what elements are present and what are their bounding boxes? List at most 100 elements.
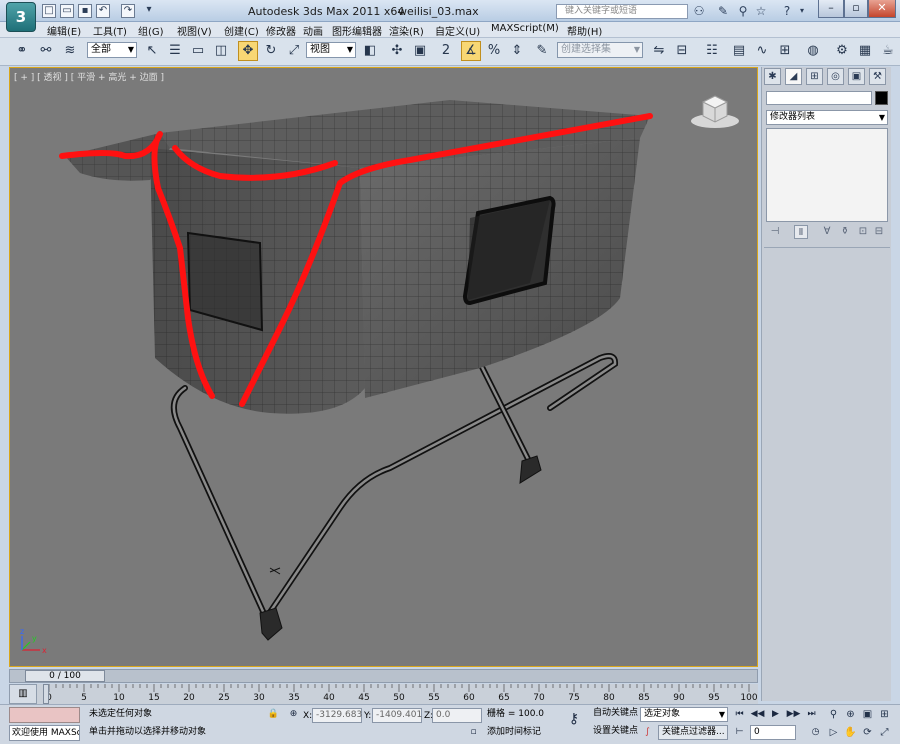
- add-time-tag[interactable]: 添加时间标记: [484, 725, 560, 740]
- time-slider-thumb[interactable]: 0 / 100: [25, 670, 105, 682]
- play-icon[interactable]: ▶: [768, 707, 783, 722]
- rendered-frame-window-icon[interactable]: ▦: [855, 41, 875, 61]
- menu-edit[interactable]: 编辑(E): [47, 23, 81, 38]
- align-icon[interactable]: ⊟: [672, 41, 692, 61]
- time-slider[interactable]: 0 / 100: [9, 669, 758, 683]
- app-menu-button[interactable]: 3: [6, 2, 36, 32]
- select-and-manipulate-icon[interactable]: ✣: [387, 41, 407, 61]
- communication-icon[interactable]: ⚲: [736, 4, 750, 18]
- key-filters-button[interactable]: 关键点过滤器...: [658, 725, 728, 740]
- menu-help[interactable]: 帮助(H): [567, 23, 602, 38]
- help-dropdown-icon[interactable]: ▾: [795, 4, 809, 18]
- window-crossing-icon[interactable]: ◫: [211, 41, 231, 61]
- material-editor-icon[interactable]: ◍: [803, 41, 823, 61]
- selection-filter-dropdown[interactable]: 全部 ▼: [87, 42, 137, 58]
- menu-tools[interactable]: 工具(T): [93, 23, 127, 38]
- display-tab-icon[interactable]: ▣: [848, 68, 865, 85]
- maximize-viewport-icon[interactable]: ⤢: [877, 725, 892, 740]
- select-and-rotate-icon[interactable]: ↻: [261, 41, 281, 61]
- render-setup-icon[interactable]: ⚙: [832, 41, 852, 61]
- field-of-view-icon[interactable]: ▷: [826, 725, 841, 740]
- hierarchy-tab-icon[interactable]: ⊞: [806, 68, 823, 85]
- help-icon[interactable]: ?: [780, 4, 794, 18]
- maxscript-listener-pink[interactable]: [9, 707, 80, 723]
- make-unique-icon[interactable]: ∀: [820, 225, 834, 239]
- graphite-toolbar-icon[interactable]: ▤: [729, 41, 749, 61]
- menu-graph-editors[interactable]: 图形编辑器: [332, 23, 382, 38]
- zoom-extents-all-icon[interactable]: ⊞: [877, 707, 892, 722]
- select-object-icon[interactable]: ↖: [142, 41, 162, 61]
- subscription-icon[interactable]: ✎: [716, 4, 730, 18]
- orbit-icon[interactable]: ⟳: [860, 725, 875, 740]
- time-tag-icon[interactable]: ▫: [466, 725, 481, 740]
- remove-modifier-icon[interactable]: ⚱: [838, 225, 852, 239]
- menu-customize[interactable]: 自定义(U): [435, 23, 480, 38]
- rectangular-selection-icon[interactable]: ▭: [188, 41, 208, 61]
- mirror-icon[interactable]: ⇋: [649, 41, 669, 61]
- open-mini-curve-editor-button[interactable]: ▥: [9, 684, 37, 704]
- select-by-name-icon[interactable]: ☰: [165, 41, 185, 61]
- configure-icon[interactable]: ⊟: [872, 225, 886, 239]
- bind-space-warp-icon[interactable]: ≋: [60, 41, 80, 61]
- selected-object-dropdown[interactable]: 选定对象 ▼: [640, 707, 728, 722]
- modify-tab-icon[interactable]: ◢: [785, 68, 802, 85]
- current-frame-marker[interactable]: [43, 684, 49, 704]
- go-to-end-icon[interactable]: ⏭: [804, 707, 819, 722]
- set-key-mode-icon[interactable]: ⚷: [562, 712, 586, 727]
- reference-coord-dropdown[interactable]: 视图 ▼: [306, 42, 356, 58]
- percent-snap-icon[interactable]: %: [484, 41, 504, 61]
- unlink-icon[interactable]: ⚯: [36, 41, 56, 61]
- snaps-toggle-icon[interactable]: 2: [436, 41, 456, 61]
- named-selection-dropdown[interactable]: 创建选择集 ▼: [557, 42, 643, 58]
- zoom-all-icon[interactable]: ⊕: [843, 707, 858, 722]
- select-and-move-icon[interactable]: ✥: [238, 41, 258, 61]
- angle-snap-icon[interactable]: ∡: [461, 41, 481, 61]
- menu-group[interactable]: 组(G): [138, 23, 164, 38]
- quick-access-dropdown-icon[interactable]: ▾: [142, 4, 156, 18]
- menu-rendering[interactable]: 渲染(R): [389, 23, 424, 38]
- zoom-extents-icon[interactable]: ▣: [860, 707, 875, 722]
- menu-maxscript[interactable]: MAXScript(M): [491, 23, 559, 34]
- restore-button[interactable]: ▫: [844, 0, 868, 18]
- time-configuration-icon[interactable]: ◷: [808, 725, 823, 740]
- binoculars-icon[interactable]: ⚇: [692, 4, 706, 18]
- layer-manager-icon[interactable]: ☷: [702, 41, 722, 61]
- auto-key-button[interactable]: 自动关键点: [590, 707, 638, 722]
- lock-selection-icon[interactable]: 🔒: [266, 707, 281, 722]
- select-and-scale-icon[interactable]: ⤢: [284, 41, 304, 61]
- y-coordinate-field[interactable]: -1409.401: [372, 708, 422, 723]
- next-frame-icon[interactable]: ▶▶: [786, 707, 801, 722]
- set-key-button[interactable]: 设置关键点: [590, 725, 638, 740]
- pin-stack-icon[interactable]: ⊣: [768, 225, 782, 239]
- schematic-view-icon[interactable]: ⊞: [775, 41, 795, 61]
- minimize-button[interactable]: –: [818, 0, 844, 18]
- object-name-field[interactable]: [766, 91, 872, 105]
- utilities-tab-icon[interactable]: ⚒: [869, 68, 886, 85]
- zoom-icon[interactable]: ⚲: [826, 707, 841, 722]
- current-frame-field[interactable]: 0: [750, 725, 796, 740]
- perspective-viewport[interactable]: [ + ] [ 透视 ] [ 平滑 + 高光 + 边面 ] x y z: [9, 67, 758, 667]
- keyboard-shortcut-override-icon[interactable]: ▣: [410, 41, 430, 61]
- link-icon[interactable]: ⚭: [12, 41, 32, 61]
- save-file-icon[interactable]: ▪: [78, 4, 92, 18]
- trackbar[interactable]: ▥ 0 5 10 15 20 25 30 35 40 45 50 55 60 65 70 75 80 85 90 95…: [9, 684, 758, 704]
- menu-modifiers[interactable]: 修改器: [266, 23, 296, 38]
- render-production-icon[interactable]: ☕: [878, 41, 898, 61]
- menu-create[interactable]: 创建(C): [224, 23, 259, 38]
- pan-view-icon[interactable]: ✋: [843, 725, 858, 740]
- viewcube-icon[interactable]: [689, 90, 741, 132]
- search-input[interactable]: 键入关键字或短语: [556, 4, 688, 19]
- new-file-icon[interactable]: □: [42, 4, 56, 18]
- open-file-icon[interactable]: ▭: [60, 4, 74, 18]
- previous-frame-icon[interactable]: ◀◀: [750, 707, 765, 722]
- maxscript-listener-input[interactable]: 欢迎使用 MAXScri: [9, 725, 80, 741]
- modifier-list-dropdown[interactable]: 修改器列表 ▼: [766, 110, 888, 125]
- configure-modifier-sets-icon[interactable]: ⊡: [856, 225, 870, 239]
- show-end-result-icon[interactable]: Ⅱ: [794, 225, 808, 239]
- x-coordinate-field[interactable]: -3129.683: [312, 708, 362, 723]
- undo-icon[interactable]: ↶: [96, 4, 110, 18]
- motion-tab-icon[interactable]: ◎: [827, 68, 844, 85]
- favorites-star-icon[interactable]: ☆: [754, 4, 768, 18]
- z-coordinate-field[interactable]: 0.0: [432, 708, 482, 723]
- key-mode-toggle-icon[interactable]: ⊢: [732, 725, 747, 740]
